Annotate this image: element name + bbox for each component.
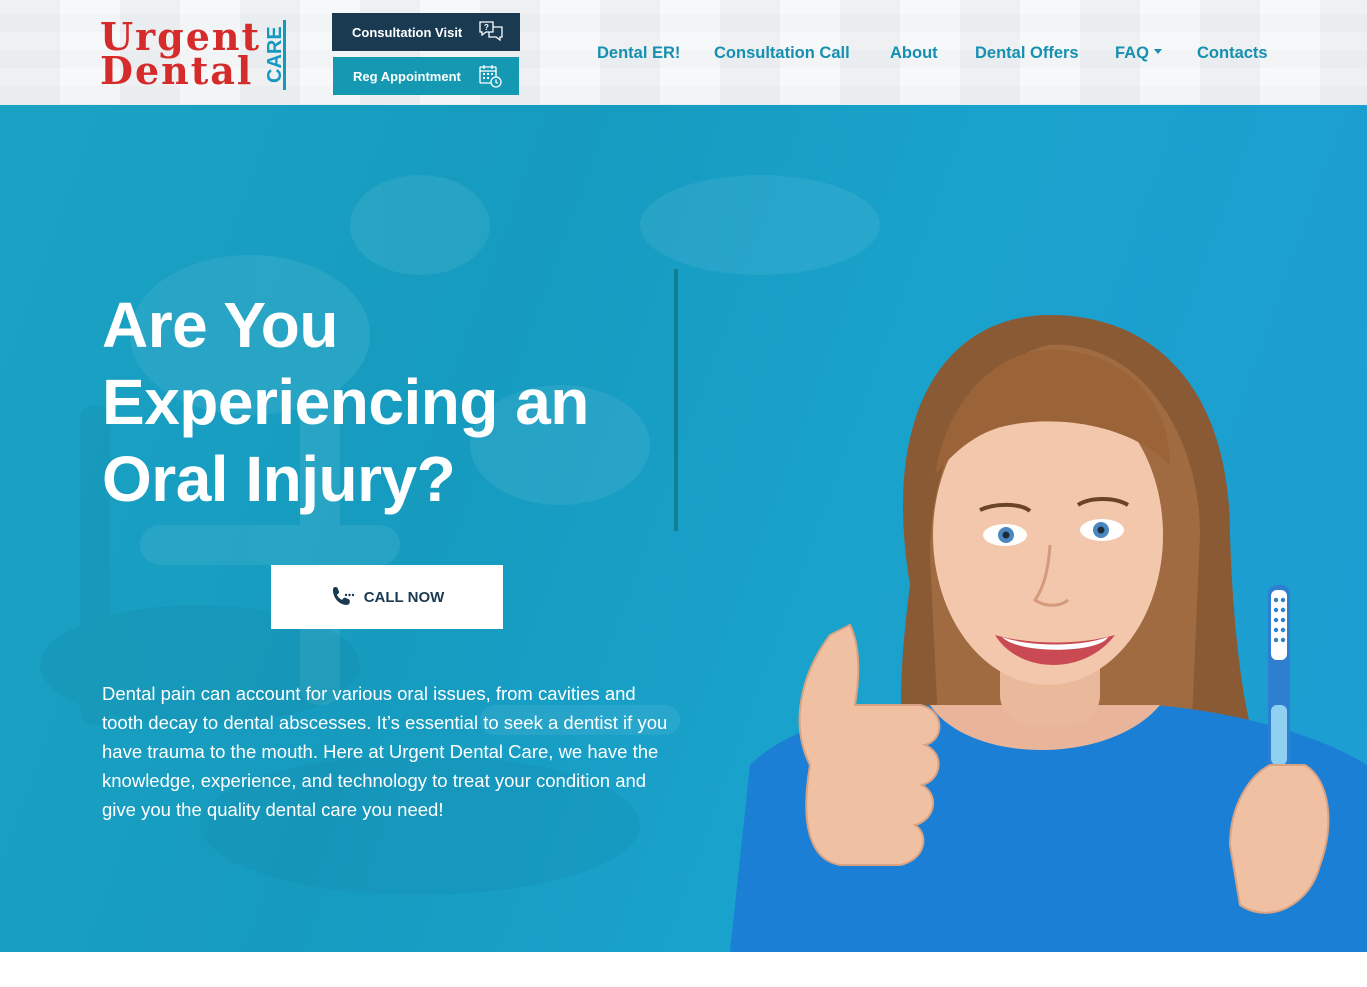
hero-description: Dental pain can account for various oral… (102, 683, 668, 820)
hero-section: Are You Experiencing an Oral Injury? CAL… (0, 105, 1367, 952)
nav-item-dental-er[interactable]: Dental ER! (597, 44, 680, 63)
nav-item-contacts[interactable]: Contacts (1197, 44, 1268, 63)
caret-down-icon (1153, 49, 1162, 55)
reg-appointment-button[interactable]: Reg Appointment (333, 57, 519, 95)
nav-item-about[interactable]: About (890, 44, 938, 63)
hero-divider (674, 269, 678, 531)
consultation-visit-button[interactable]: Consultation Visit ? (332, 13, 520, 51)
site-header: Urgent Dental CARE Consultation Visit ? … (0, 0, 1367, 105)
chat-question-icon: ? (479, 21, 503, 42)
nav-item-faq[interactable]: FAQ (1115, 44, 1162, 63)
phone-ringing-icon (332, 587, 354, 605)
smiling-woman-with-toothbrush-image (730, 315, 1367, 952)
logo-word-dental: Dental (100, 48, 254, 93)
site-logo[interactable]: Urgent Dental CARE (100, 16, 290, 92)
consultation-visit-label: Consultation Visit (352, 24, 463, 40)
nav-item-consultation-call[interactable]: Consultation Call (714, 44, 850, 63)
reg-appointment-label: Reg Appointment (353, 68, 461, 84)
logo-word-care: CARE (264, 20, 286, 90)
hero-title: Are You Experiencing an Oral Injury? (102, 289, 589, 515)
call-now-button[interactable]: CALL NOW (271, 565, 503, 629)
calendar-clock-icon (479, 65, 502, 88)
nav-item-faq-label: FAQ (1115, 44, 1149, 62)
below-hero-strip (0, 952, 1367, 987)
nav-item-dental-offers[interactable]: Dental Offers (975, 44, 1079, 63)
call-now-label: CALL NOW (363, 588, 445, 606)
svg-text:?: ? (484, 23, 489, 32)
